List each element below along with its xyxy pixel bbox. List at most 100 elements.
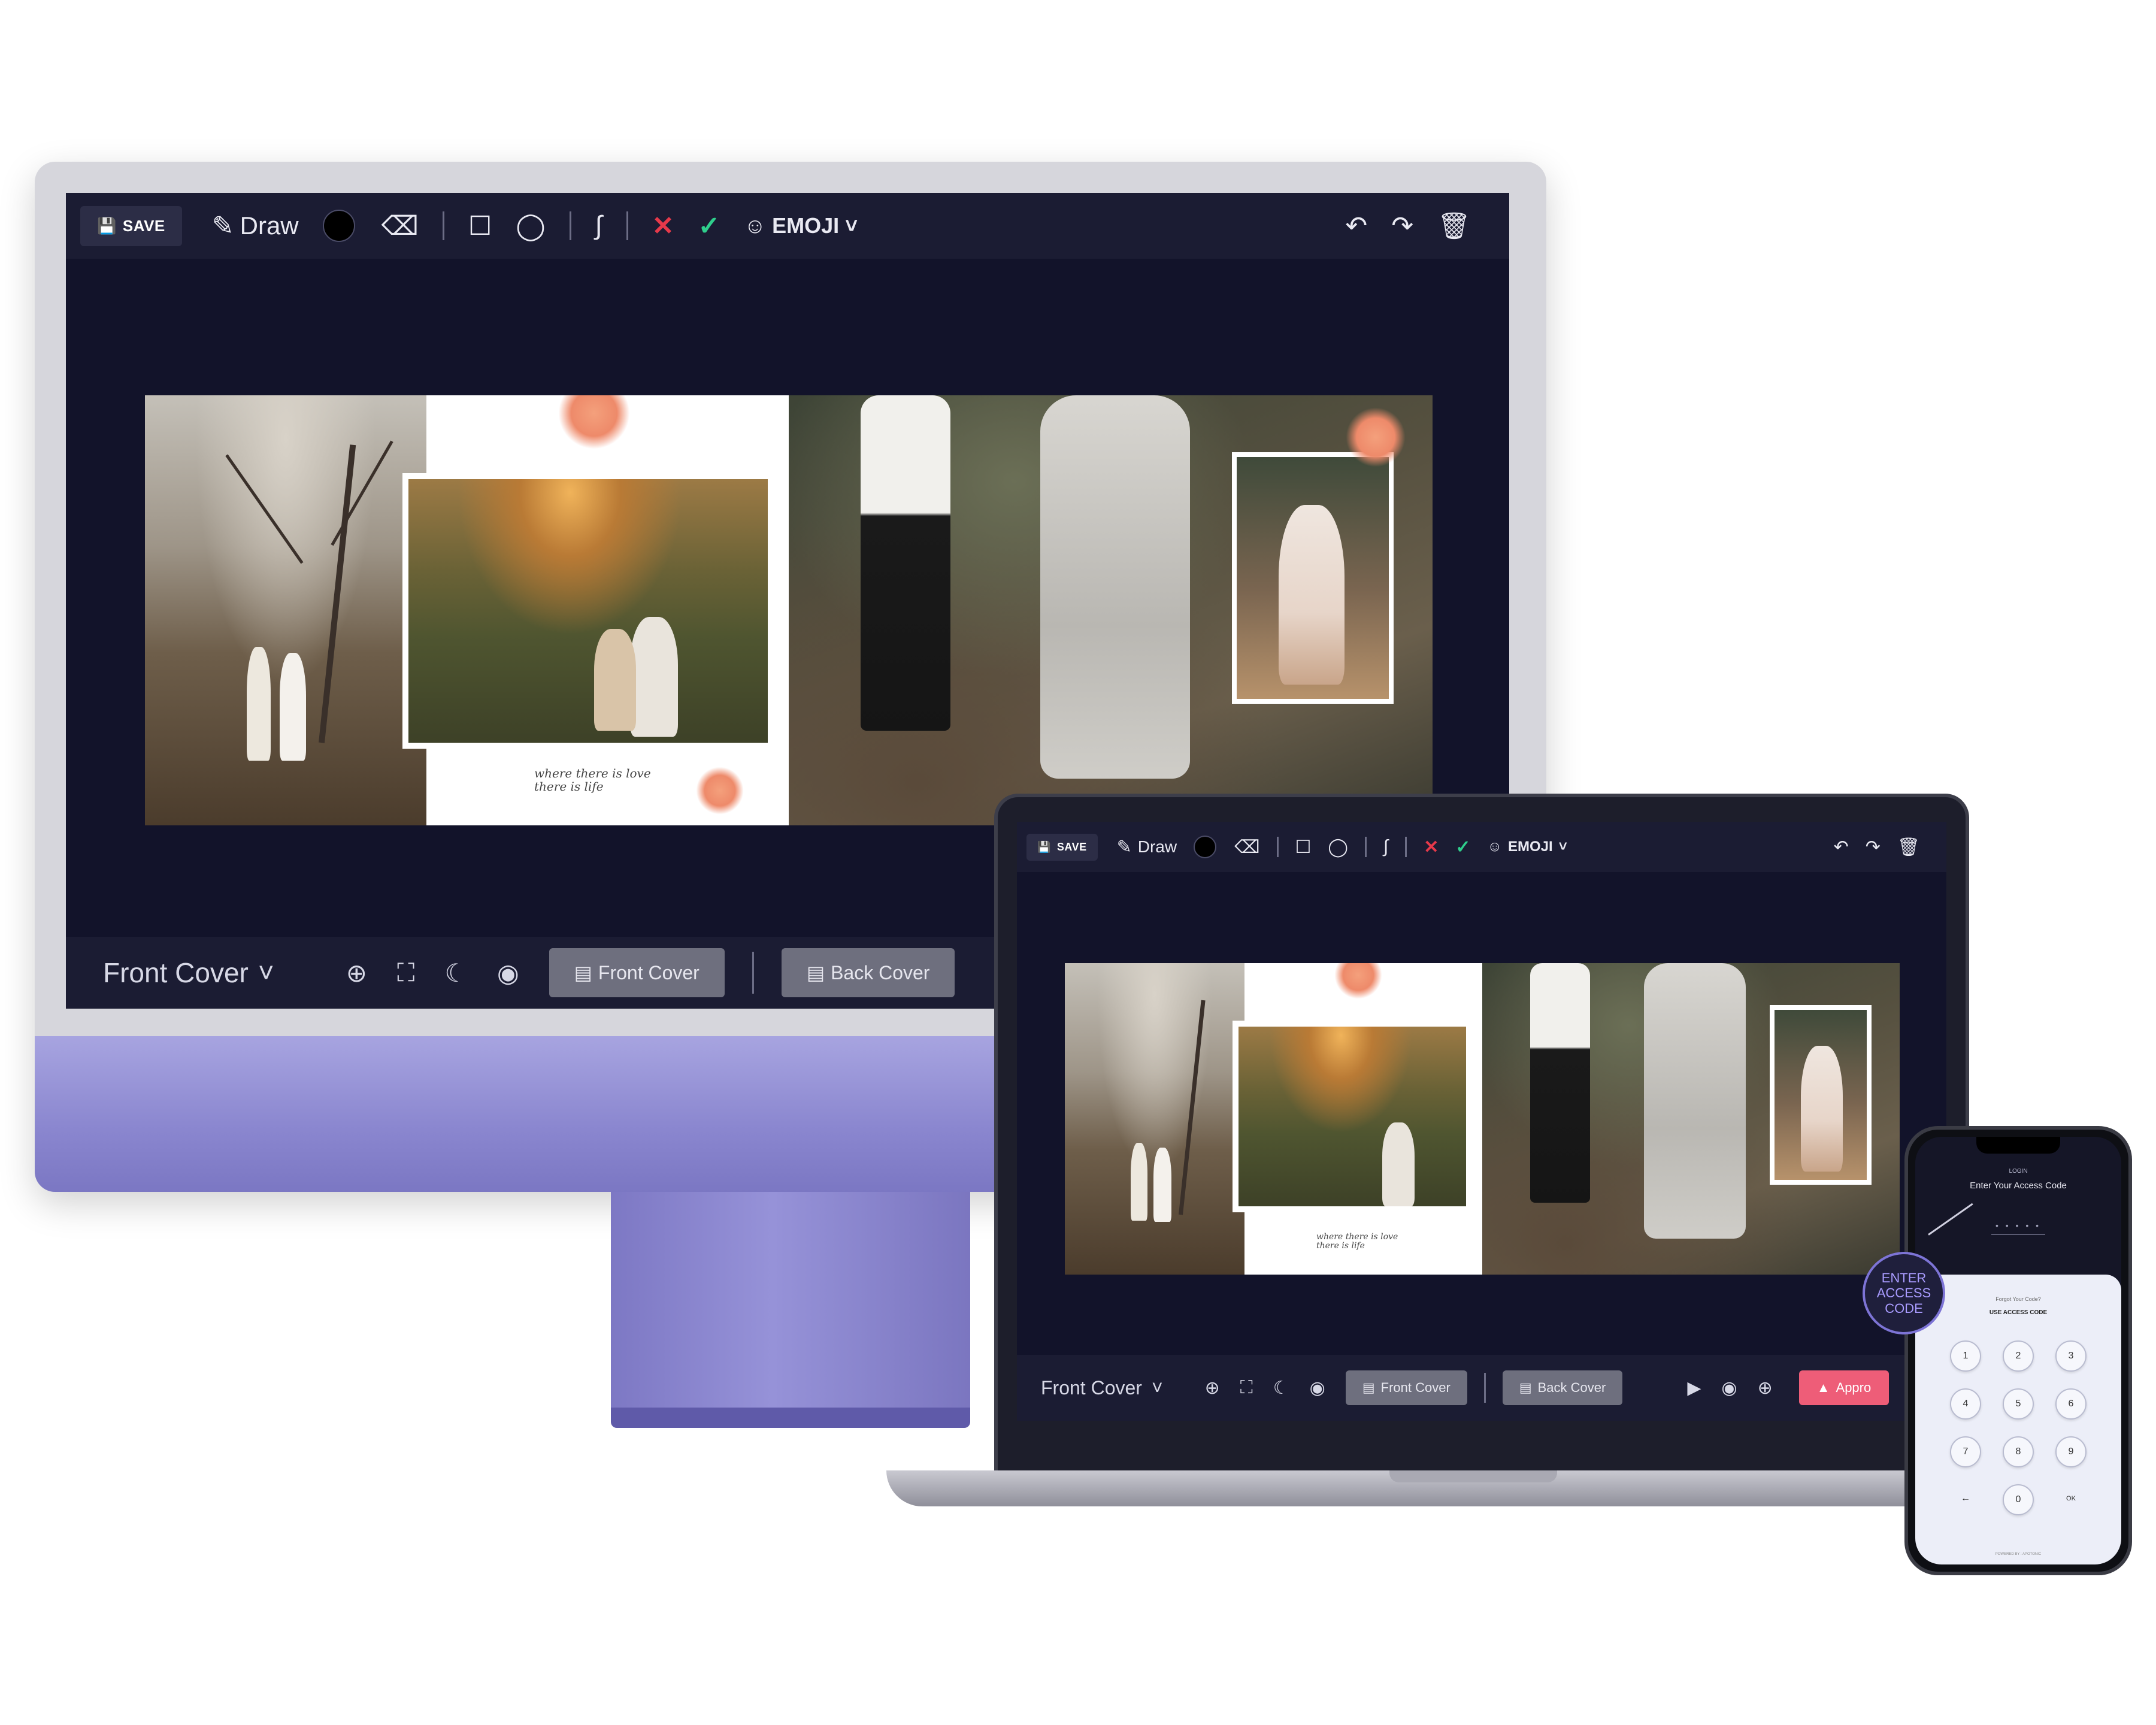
page-selector[interactable]: Front Cover ˅	[1041, 1377, 1163, 1399]
floppy-icon: 💾	[1037, 840, 1051, 853]
quote-line: where there is love	[1316, 1232, 1398, 1242]
moon-icon[interactable]: ☾	[1273, 1378, 1289, 1399]
login-title: Enter Your Access Code	[1970, 1181, 2067, 1191]
album-spread[interactable]: where there is love there is life	[1065, 963, 1900, 1275]
toolbar-divider	[1365, 837, 1367, 857]
quote-line: there is life	[1316, 1241, 1365, 1251]
ok-key[interactable]: OK	[2057, 1484, 2085, 1513]
groom-walking	[861, 395, 950, 731]
trash-icon[interactable]: 🗑	[1437, 210, 1471, 241]
bottombar-divider	[1483, 1373, 1486, 1403]
color-picker[interactable]	[322, 210, 355, 242]
couple-portrait-photo	[1232, 452, 1394, 704]
powered-by-label: POWERED BY : APOTONIC	[1995, 1552, 2042, 1556]
approve-button[interactable]: ▲ Appro	[1798, 1370, 1889, 1405]
imac-stand-foot	[611, 1408, 970, 1428]
undo-icon[interactable]: ↶	[1834, 837, 1849, 858]
callout-line: CODE	[1885, 1300, 1923, 1316]
chevron-down-icon: ˅	[258, 957, 274, 988]
backspace-key[interactable]: ←	[1951, 1484, 1980, 1513]
draw-tool[interactable]: ✎ Draw	[212, 211, 299, 241]
key-0[interactable]: 0	[2003, 1484, 2034, 1515]
key-4[interactable]: 4	[1950, 1388, 1981, 1420]
phone-screen: LOGIN Enter Your Access Code • • • • • F…	[1915, 1137, 2121, 1564]
book-icon: ▤	[1519, 1380, 1532, 1395]
color-picker[interactable]	[1194, 836, 1217, 858]
sticker-tool-icon[interactable]: ◯	[516, 211, 545, 241]
bride-walking	[1644, 963, 1746, 1239]
camera-icon[interactable]: ◉	[497, 958, 519, 988]
key-9[interactable]: 9	[2055, 1436, 2087, 1467]
back-cover-label: Back Cover	[831, 961, 930, 983]
key-2[interactable]: 2	[2003, 1340, 2034, 1372]
curve-tool-icon[interactable]: ∫	[595, 211, 602, 241]
draw-label: Draw	[1137, 837, 1177, 856]
enter-access-code-callout: ENTER ACCESS CODE	[1863, 1252, 1945, 1334]
emoji-dropdown[interactable]: ☺ EMOJI ˅	[1488, 839, 1567, 855]
forgot-code-link[interactable]: Forgot Your Code?	[1915, 1296, 2121, 1302]
imac-stand	[611, 1192, 970, 1420]
key-7[interactable]: 7	[1950, 1436, 1981, 1467]
bottombar-divider	[752, 952, 754, 994]
play-icon[interactable]: ▶	[1687, 1378, 1701, 1399]
back-cover-button[interactable]: ▤ Back Cover	[781, 948, 955, 997]
redo-icon[interactable]: ↷	[1391, 211, 1413, 241]
key-6[interactable]: 6	[2055, 1388, 2087, 1420]
pencil-icon: ✎	[1116, 837, 1132, 857]
add-icon[interactable]: ⊕	[1758, 1378, 1773, 1399]
couple-figure	[630, 617, 678, 737]
floppy-icon: 💾	[97, 216, 117, 235]
save-button[interactable]: 💾 SAVE	[1026, 833, 1098, 861]
eraser-icon[interactable]: ⌫	[381, 211, 419, 241]
login-label: LOGIN	[2009, 1168, 2028, 1175]
undo-icon[interactable]: ↶	[1345, 211, 1367, 241]
front-cover-button[interactable]: ▤ Front Cover	[549, 948, 725, 997]
tree-trunk	[1179, 1000, 1206, 1215]
sticker-tool-icon[interactable]: ◯	[1328, 837, 1348, 858]
curve-tool-icon[interactable]: ∫	[1383, 837, 1388, 857]
cancel-icon[interactable]: ✕	[652, 211, 674, 241]
eraser-icon[interactable]: ⌫	[1234, 837, 1259, 858]
save-button[interactable]: 💾 SAVE	[80, 205, 182, 246]
text-tool-icon[interactable]: ☐	[1295, 837, 1312, 858]
flower-decoration	[558, 395, 630, 449]
confirm-icon[interactable]: ✓	[698, 211, 720, 241]
trash-icon[interactable]: 🗑	[1897, 837, 1920, 858]
key-5[interactable]: 5	[2003, 1388, 2034, 1420]
tree-trunk	[319, 444, 356, 743]
approve-label: Appro	[1836, 1380, 1872, 1395]
editor-toolbar: 💾 SAVE ✎ Draw ⌫ ☐ ◯ ∫ ✕ ✓ ☺ EMOJI ˅ ↶ ↷ …	[1017, 822, 1946, 872]
editor-toolbar: 💾 SAVE ✎ Draw ⌫ ☐ ◯ ∫ ✕ ✓ ☺ EMOJI ˅ ↶ ↷ …	[66, 193, 1509, 259]
record-icon[interactable]: ◉	[1721, 1378, 1737, 1399]
camera-icon[interactable]: ◉	[1310, 1378, 1325, 1399]
phone-login-header: LOGIN Enter Your Access Code • • • • •	[1915, 1137, 2121, 1257]
key-3[interactable]: 3	[2055, 1340, 2087, 1372]
front-cover-button[interactable]: ▤ Front Cover	[1345, 1370, 1467, 1405]
zoom-in-icon[interactable]: ⊕	[1205, 1378, 1220, 1399]
zoom-in-icon[interactable]: ⊕	[346, 958, 367, 988]
fullscreen-icon[interactable]: ⛶	[397, 958, 414, 988]
emoji-label: EMOJI	[1508, 839, 1553, 855]
moon-icon[interactable]: ☾	[444, 958, 467, 988]
tree-branch	[225, 454, 304, 564]
bride-figure	[280, 653, 306, 761]
numeric-keypad: 1 2 3 4 5 6 7 8 9 ← 0 OK	[1939, 1340, 2097, 1515]
emoji-dropdown[interactable]: ☺ EMOJI ˅	[744, 213, 858, 238]
smiley-icon: ☺	[744, 213, 767, 238]
cancel-icon[interactable]: ✕	[1424, 837, 1439, 858]
bride-walking	[1040, 395, 1190, 779]
use-access-code-label: USE ACCESS CODE	[1989, 1309, 2048, 1316]
fullscreen-icon[interactable]: ⛶	[1240, 1378, 1253, 1398]
quote-line: there is life	[534, 779, 604, 794]
key-8[interactable]: 8	[2003, 1436, 2034, 1467]
key-1[interactable]: 1	[1950, 1340, 1981, 1372]
groom-figure	[247, 647, 271, 761]
back-cover-button[interactable]: ▤ Back Cover	[1502, 1370, 1623, 1405]
redo-icon[interactable]: ↷	[1866, 837, 1881, 858]
text-tool-icon[interactable]: ☐	[468, 211, 492, 241]
confirm-icon[interactable]: ✓	[1455, 837, 1470, 858]
toolbar-divider	[1405, 837, 1407, 857]
page-selector[interactable]: Front Cover ˅	[103, 957, 274, 989]
draw-tool[interactable]: ✎ Draw	[1117, 837, 1177, 858]
album-spread[interactable]: where there is love there is life	[145, 395, 1433, 825]
